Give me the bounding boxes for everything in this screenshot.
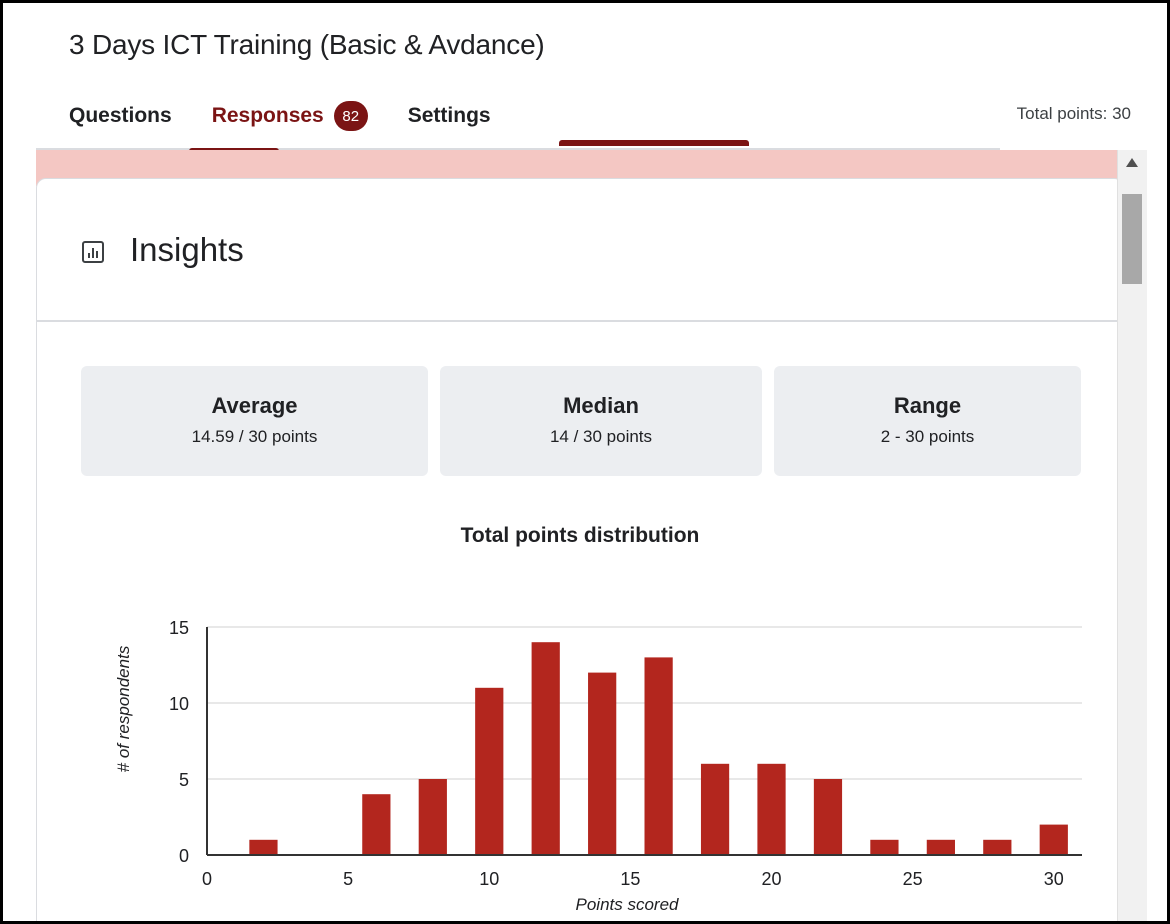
range-label: Range	[893, 393, 962, 418]
tab-responses[interactable]: Responses 82	[212, 101, 368, 131]
median-value: 14 / 30 points	[549, 427, 653, 446]
total-points: Total points: 30	[1016, 104, 1131, 123]
bar[interactable]	[1039, 824, 1068, 855]
x-tick-label: 0	[202, 869, 212, 889]
range-stat-card: Range 2 - 30 points	[774, 366, 1081, 476]
median-label: Median	[563, 393, 639, 418]
median-stat-card: Median 14 / 30 points	[440, 366, 762, 476]
x-tick-label: 20	[762, 869, 782, 889]
insights-header: Insights	[37, 179, 1123, 322]
average-label: Average	[211, 393, 298, 418]
y-tick-label: 15	[169, 618, 189, 638]
x-tick-label: 30	[1044, 869, 1064, 889]
scroll-thumb[interactable]	[1122, 194, 1142, 284]
y-tick-label: 10	[169, 694, 189, 714]
y-tick-label: 0	[179, 846, 189, 866]
app-window: 3 Days ICT Training (Basic & Avdance) Qu…	[0, 0, 1170, 924]
tab-settings-label: Settings	[407, 104, 491, 127]
insights-card: Insights Average 14.59 / 30 points Media…	[36, 178, 1124, 921]
chart-bars	[249, 642, 1068, 855]
tab-questions[interactable]: Questions	[69, 104, 172, 128]
bar[interactable]	[531, 642, 560, 855]
y-axis-label: # of respondents	[114, 645, 133, 772]
x-tick-label: 15	[620, 869, 640, 889]
bar[interactable]	[813, 779, 843, 855]
average-value: 14.59 / 30 points	[191, 427, 318, 446]
insights-title: Insights	[130, 231, 244, 268]
average-stat-card: Average 14.59 / 30 points	[81, 366, 428, 476]
section-indicator	[559, 140, 749, 146]
bar-chart-icon	[82, 241, 104, 263]
vertical-scrollbar[interactable]	[1117, 150, 1147, 921]
x-axis-label: Points scored	[576, 895, 680, 914]
range-value: 2 - 30 points	[880, 427, 975, 446]
tab-settings[interactable]: Settings	[408, 104, 491, 128]
y-tick-label: 5	[179, 770, 189, 790]
tab-responses-label: Responses	[211, 104, 324, 127]
responses-count-badge: 82	[333, 101, 368, 131]
form-title: 3 Days ICT Training (Basic & Avdance)	[69, 29, 545, 60]
x-tick-label: 10	[479, 869, 499, 889]
bar[interactable]	[362, 794, 391, 855]
bar[interactable]	[870, 839, 899, 855]
bar[interactable]	[700, 763, 730, 855]
bar[interactable]	[644, 657, 673, 855]
tab-questions-label: Questions	[69, 104, 172, 127]
chart-title: Total points distribution	[460, 524, 700, 547]
bar[interactable]	[926, 839, 955, 855]
bar[interactable]	[418, 779, 447, 855]
x-tick-label: 5	[343, 869, 353, 889]
bar[interactable]	[249, 839, 278, 855]
bar[interactable]	[983, 839, 1012, 855]
points-distribution-chart: 0 5 10 15 0 5 10 15 20 25 30 # of respondents Poin…	[114, 618, 1082, 914]
bar[interactable]	[475, 687, 504, 855]
bar[interactable]	[757, 763, 786, 855]
tab-bar: Questions Responses 82 Settings	[69, 99, 531, 133]
x-tick-label: 25	[903, 869, 923, 889]
bar[interactable]	[588, 672, 617, 855]
scroll-up-arrow-icon[interactable]	[1126, 158, 1138, 167]
